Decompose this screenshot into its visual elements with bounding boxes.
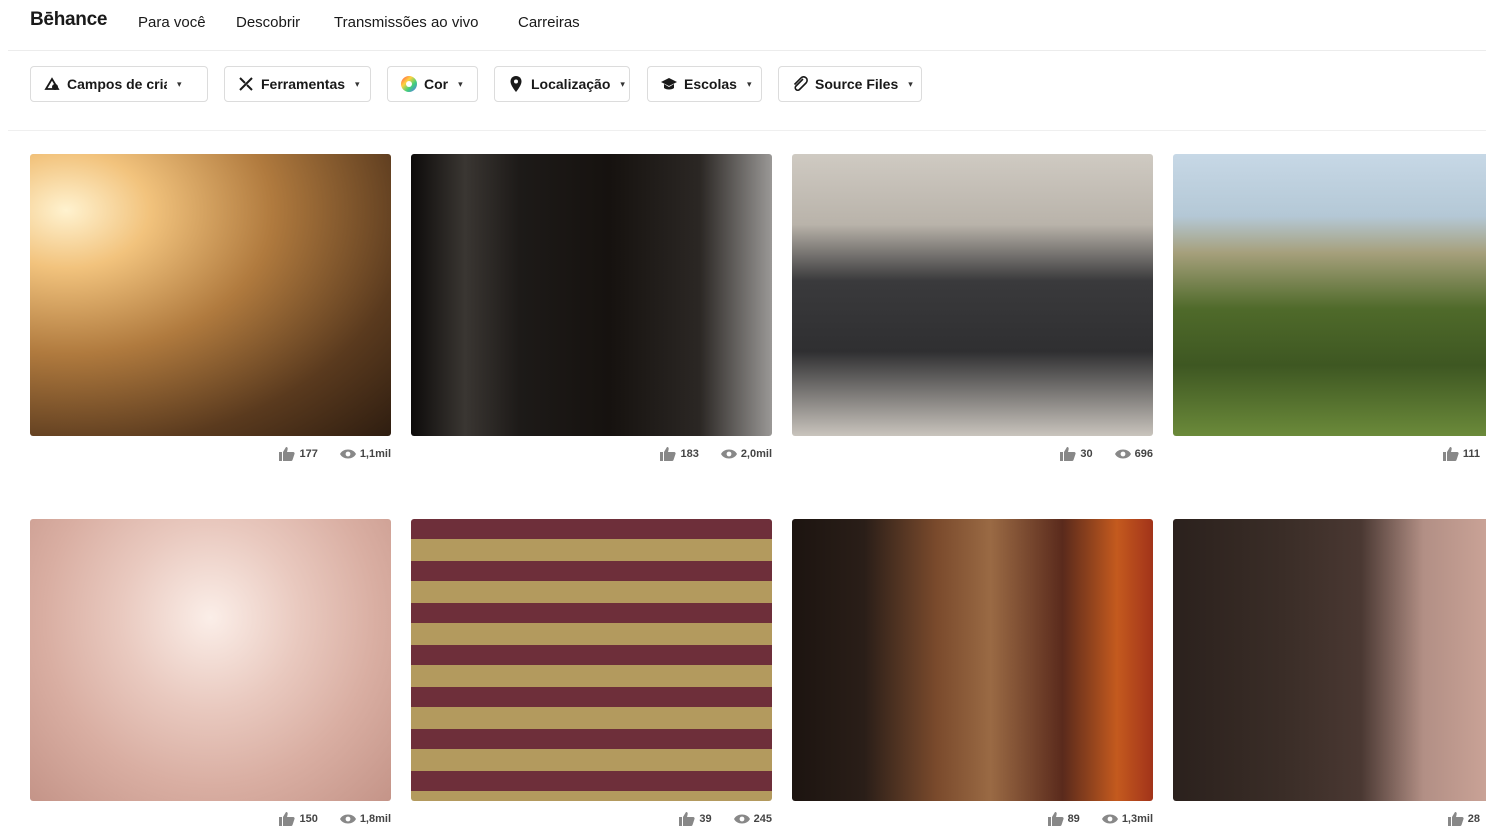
- likes-count: 30: [1080, 448, 1093, 460]
- project-thumbnail[interactable]: [1173, 519, 1486, 801]
- views-count: 696: [1134, 448, 1153, 460]
- project-stats: 28: [1447, 811, 1480, 827]
- top-navigation: Bēhance Para você Descobrir Transmissões…: [0, 0, 1486, 50]
- views-count: 245: [753, 813, 772, 825]
- eye-icon: [720, 449, 737, 459]
- filter-escolas[interactable]: Escolas ▾: [647, 66, 762, 102]
- likes-count: 89: [1067, 813, 1080, 825]
- project-stats: 30 696: [1060, 446, 1153, 462]
- graduation-cap-icon: [660, 75, 678, 93]
- filter-ferramentas[interactable]: Ferramentas ▾: [224, 66, 371, 102]
- behance-logo[interactable]: Bēhance: [30, 9, 107, 31]
- location-pin-icon: [507, 75, 525, 93]
- thumbs-up-icon: [1047, 812, 1064, 826]
- filter-campos-de-criacao[interactable]: Campos de criação ▾: [30, 66, 208, 102]
- thumbs-up-icon: [679, 812, 696, 826]
- thumbs-up-icon: [279, 812, 296, 826]
- project-stats: 183 2,0mil: [660, 446, 772, 462]
- filter-label: Source Files: [815, 76, 899, 92]
- chevron-down-icon: ▾: [177, 78, 182, 89]
- filter-label: Ferramentas: [261, 76, 346, 92]
- filter-label: Localização: [531, 76, 611, 92]
- project-stats: 111: [1442, 446, 1480, 462]
- thumbs-up-icon: [1447, 812, 1464, 826]
- nav-link-transmissoes[interactable]: Transmissões ao vivo: [334, 14, 479, 31]
- filter-divider: [8, 130, 1486, 131]
- nav-link-descobrir[interactable]: Descobrir: [236, 14, 300, 31]
- likes-count: 150: [299, 813, 318, 825]
- filter-source-files[interactable]: Source Files ▾: [778, 66, 922, 102]
- project-stats: 39 245: [679, 811, 772, 827]
- filter-label: Escolas: [684, 76, 737, 92]
- project-thumbnail[interactable]: [411, 154, 772, 436]
- paperclip-icon: [791, 75, 809, 93]
- project-stats: 150 1,8mil: [279, 811, 391, 827]
- views-count: 1,8mil: [359, 813, 391, 825]
- likes-count: 177: [299, 448, 318, 460]
- eye-icon: [1101, 814, 1118, 824]
- eye-icon: [339, 449, 356, 459]
- filter-label: Campos de criação: [67, 76, 167, 92]
- creative-fields-icon: [43, 75, 61, 93]
- project-thumbnail[interactable]: [792, 519, 1153, 801]
- nav-link-carreiras[interactable]: Carreiras: [518, 14, 580, 31]
- thumbs-up-icon: [1060, 447, 1077, 461]
- project-stats: 177 1,1mil: [279, 446, 391, 462]
- eye-icon: [339, 814, 356, 824]
- likes-count: 28: [1467, 813, 1480, 825]
- thumbs-up-icon: [660, 447, 677, 461]
- tools-icon: [237, 75, 255, 93]
- project-thumbnail[interactable]: [1173, 154, 1486, 436]
- project-thumbnail[interactable]: [792, 154, 1153, 436]
- thumbs-up-icon: [1442, 447, 1459, 461]
- filter-cor[interactable]: Cor ▾: [387, 66, 478, 102]
- likes-count: 39: [699, 813, 712, 825]
- chevron-down-icon: ▾: [355, 78, 360, 89]
- project-thumbnail[interactable]: [411, 519, 772, 801]
- chevron-down-icon: ▾: [908, 78, 913, 89]
- chevron-down-icon: ▾: [746, 78, 752, 89]
- filter-bar: Campos de criação ▾ Ferramentas ▾ Cor ▾ …: [0, 66, 1486, 106]
- chevron-down-icon: ▾: [458, 78, 463, 89]
- thumbs-up-icon: [279, 447, 296, 461]
- chevron-down-icon: ▾: [620, 78, 625, 89]
- eye-icon: [1114, 449, 1131, 459]
- nav-link-para-voce[interactable]: Para você: [138, 14, 206, 31]
- color-wheel-icon: [400, 75, 418, 93]
- likes-count: 111: [1462, 448, 1480, 460]
- nav-divider: [8, 50, 1486, 51]
- project-thumbnail[interactable]: [30, 154, 391, 436]
- project-thumbnail[interactable]: [30, 519, 391, 801]
- likes-count: 183: [680, 448, 699, 460]
- views-count: 1,3mil: [1121, 813, 1153, 825]
- filter-localizacao[interactable]: Localização ▾: [494, 66, 630, 102]
- views-count: 2,0mil: [740, 448, 772, 460]
- filter-label: Cor: [424, 76, 449, 92]
- eye-icon: [733, 814, 750, 824]
- project-stats: 89 1,3mil: [1047, 811, 1153, 827]
- views-count: 1,1mil: [359, 448, 391, 460]
